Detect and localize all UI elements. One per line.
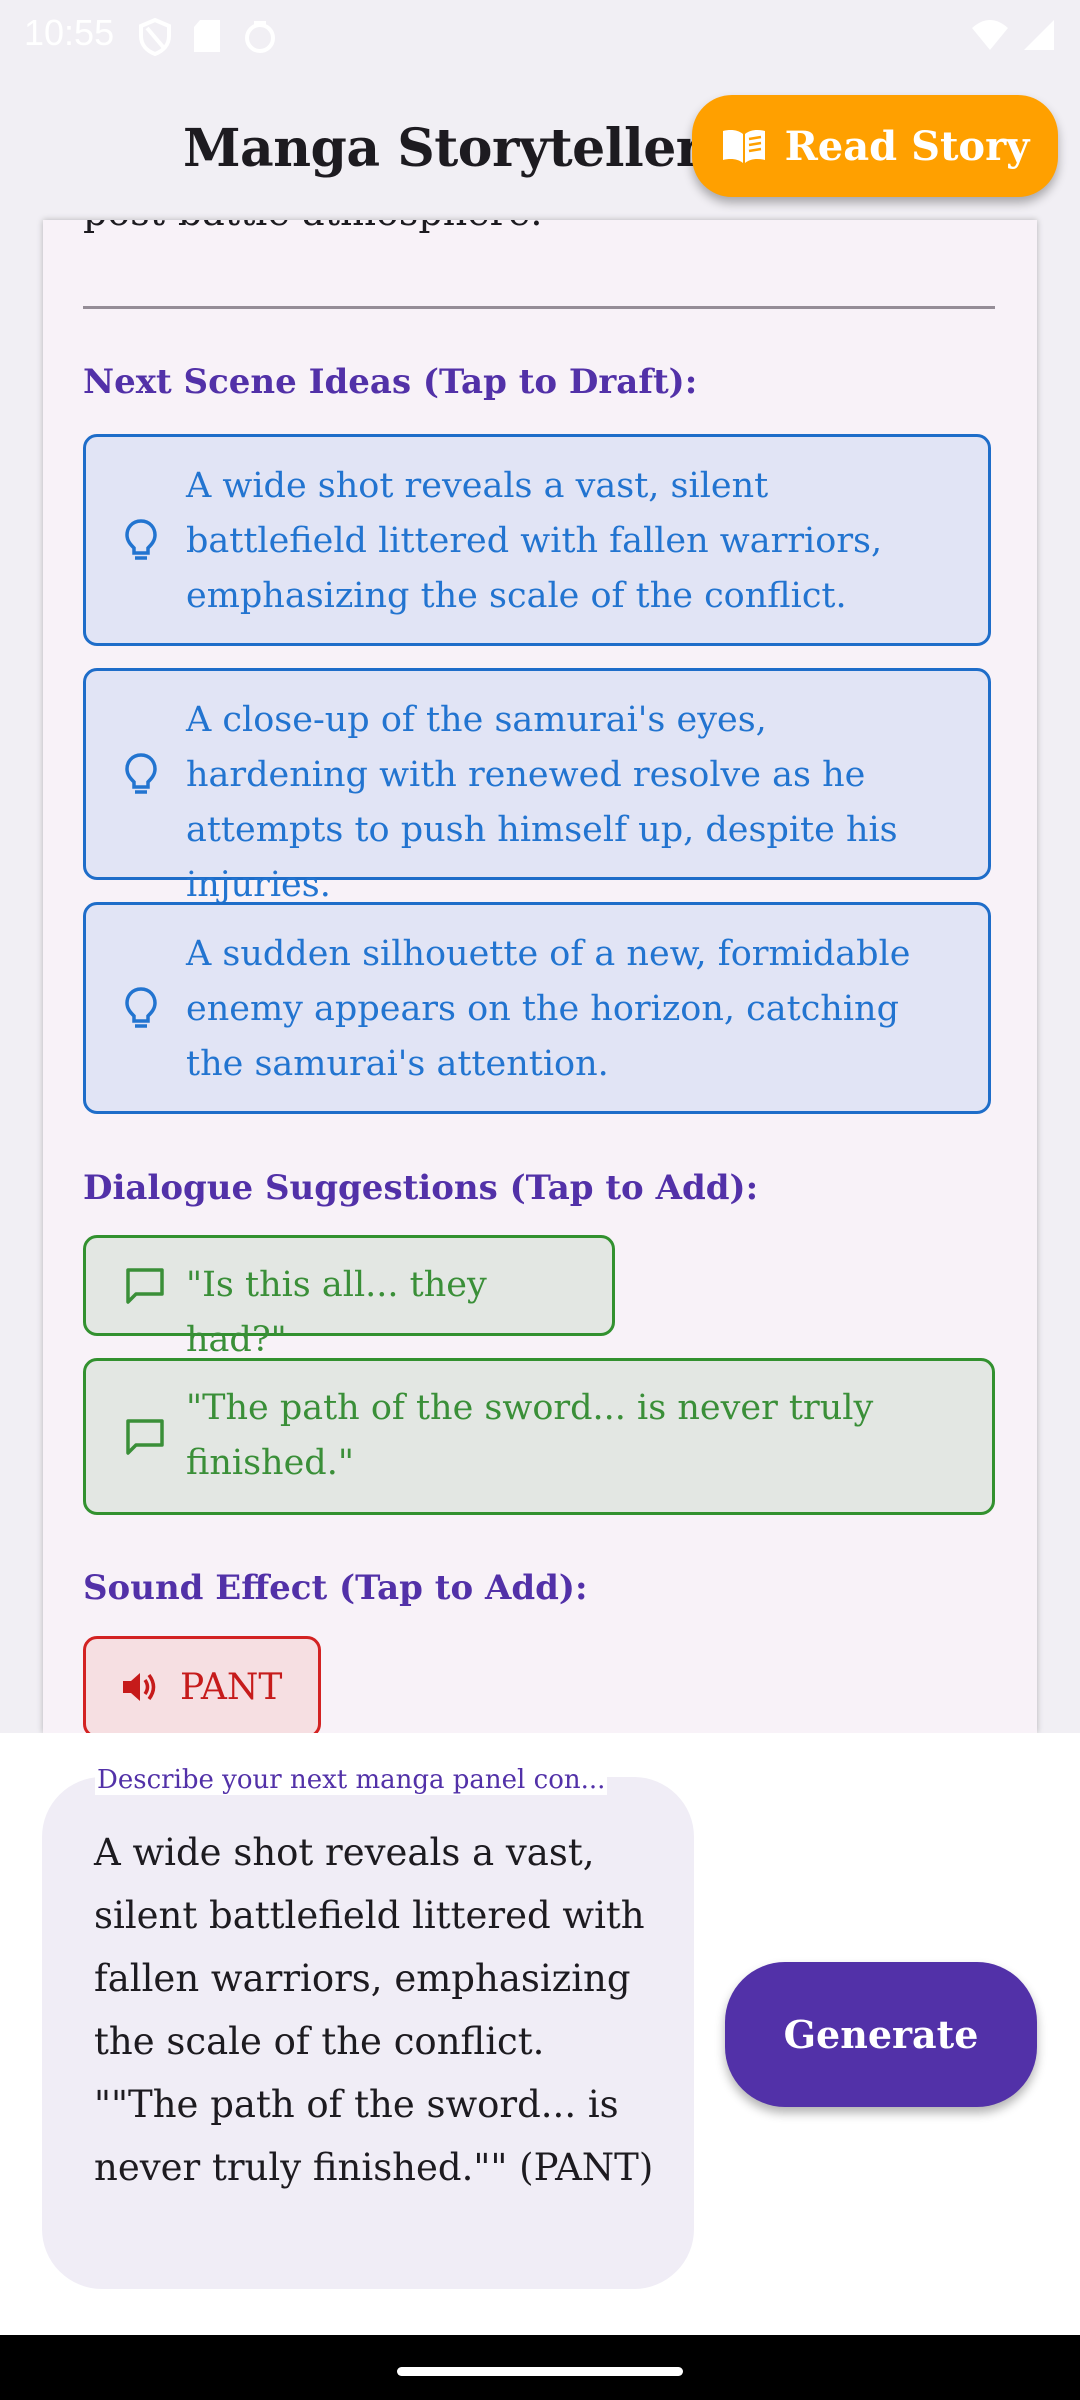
home-handle[interactable]: [397, 2367, 683, 2376]
wifi-icon: [972, 20, 1008, 50]
status-icons-left: [138, 18, 278, 56]
next-scene-idea[interactable]: A sudden silhouette of a new, formidable…: [83, 902, 991, 1114]
dialogue-suggestion-text: "The path of the sword... is never truly…: [186, 1388, 874, 1483]
next-scene-idea-text: A close-up of the samurai's eyes, harden…: [186, 700, 898, 905]
dialogue-suggestion[interactable]: "Is this all... they had?": [83, 1235, 615, 1360]
generate-button[interactable]: Generate: [725, 1962, 1037, 2107]
lightbulb-icon: [125, 987, 157, 1028]
app-bar: Manga Storyteller Read Story: [0, 74, 1080, 220]
navigation-bar: [0, 2335, 1080, 2400]
status-bar: 10:55: [0, 0, 1080, 74]
next-scene-title: Next Scene Ideas (Tap to Draft):: [83, 362, 698, 402]
status-time: 10:55: [24, 12, 115, 53]
speech-bubble-icon: [126, 1267, 164, 1304]
panel-description-value[interactable]: A wide shot reveals a vast, silent battl…: [94, 1821, 654, 2199]
next-scene-idea[interactable]: A close-up of the samurai's eyes, harden…: [83, 668, 991, 905]
sound-effect-title: Sound Effect (Tap to Add):: [83, 1568, 588, 1608]
story-text-cutoff: post-battle atmosphere.: [83, 220, 542, 234]
dialogue-suggestion-text: "Is this all... they had?": [186, 1265, 487, 1360]
app-title: Manga Storyteller: [183, 118, 703, 179]
sd-card-icon: [194, 20, 220, 52]
book-icon: [722, 130, 765, 163]
status-icons-right: [970, 18, 1056, 52]
speaker-icon: [123, 1673, 156, 1701]
sound-effect-chip[interactable]: PANT: [83, 1636, 321, 1733]
circle-icon: [245, 21, 275, 53]
lightbulb-icon: [125, 753, 157, 794]
next-scene-idea[interactable]: A wide shot reveals a vast, silent battl…: [83, 434, 991, 646]
read-story-button[interactable]: Read Story: [692, 95, 1058, 197]
speech-bubble-icon: [126, 1418, 164, 1455]
read-story-label: Read Story: [784, 122, 1030, 170]
shield-icon: [139, 18, 171, 56]
lightbulb-icon: [125, 519, 157, 560]
input-area: Describe your next manga panel con... A …: [0, 1733, 1080, 2335]
dialogue-title: Dialogue Suggestions (Tap to Add):: [83, 1168, 759, 1208]
dialogue-suggestion[interactable]: "The path of the sword... is never truly…: [83, 1358, 995, 1515]
story-card: post-battle atmosphere. Next Scene Ideas…: [43, 220, 1037, 1733]
panel-description-input[interactable]: A wide shot reveals a vast, silent battl…: [42, 1777, 694, 2289]
panel-description-label: Describe your next manga panel con...: [95, 1765, 608, 1795]
next-scene-idea-text: A wide shot reveals a vast, silent battl…: [186, 466, 883, 616]
sound-effect-text: PANT: [180, 1666, 283, 1708]
signal-icon: [1024, 20, 1054, 50]
next-scene-idea-text: A sudden silhouette of a new, formidable…: [186, 934, 911, 1084]
divider: [83, 306, 995, 309]
